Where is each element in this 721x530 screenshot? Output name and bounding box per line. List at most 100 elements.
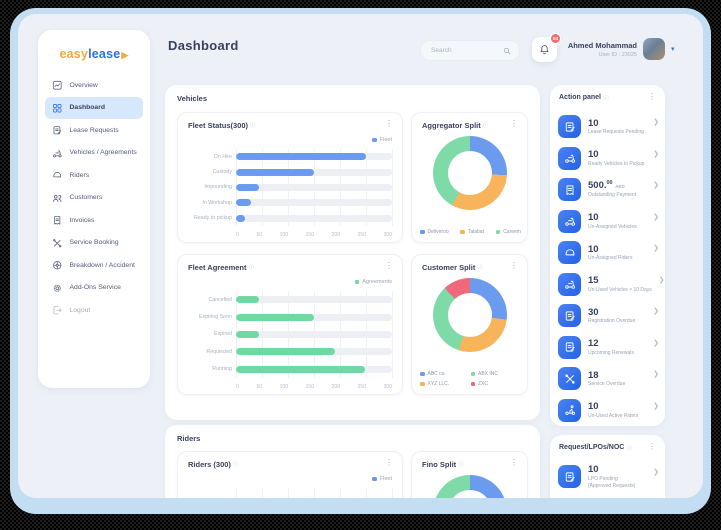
page-title: Dashboard (168, 38, 239, 53)
action-item[interactable]: 18Service Overdue❯ (550, 363, 665, 395)
chevron-right-icon[interactable]: ❯ (653, 307, 659, 315)
action-item-value: 10 (588, 119, 644, 129)
action-panel: Action panel ⓘ ⋮ 10Lease Requests Pendin… (550, 85, 665, 426)
sidebar-item-invoices[interactable]: Invoices (45, 209, 143, 232)
logo-text-easy: easy (59, 47, 88, 61)
sidebar-item-breakdown-accident[interactable]: Breakdown / Accident (45, 254, 143, 277)
scooter-icon (52, 148, 63, 159)
chevron-right-icon[interactable]: ❯ (653, 150, 659, 158)
kebab-menu-icon[interactable]: ⋮ (383, 263, 395, 269)
action-item-value: 10 (588, 245, 632, 255)
bar (236, 366, 365, 373)
chart-legend: Fleet (372, 137, 392, 143)
chevron-right-icon[interactable]: ❯ (653, 213, 659, 221)
chevron-right-icon[interactable]: ❯ (653, 468, 659, 476)
kebab-menu-icon[interactable]: ⋮ (383, 121, 395, 127)
chevron-right-icon[interactable]: ❯ (653, 118, 659, 126)
sidebar-item-lease-requests[interactable]: Lease Requests (45, 119, 143, 142)
action-item-value: 10 (588, 402, 638, 412)
kebab-menu-icon[interactable]: ⋮ (646, 444, 658, 450)
sidebar-item-logout[interactable]: Logout (45, 299, 143, 322)
lease-doc-icon (564, 341, 576, 353)
chevron-right-icon[interactable]: ❯ (653, 181, 659, 189)
kebab-menu-icon[interactable]: ⋮ (508, 263, 520, 269)
app-logo: easylease▶ (38, 30, 150, 61)
lease-doc-icon (564, 121, 576, 133)
action-item-label: Un-Used Active Riders (588, 414, 638, 419)
action-item[interactable]: 10LPO Pending(Approved Requests)❯ (550, 461, 665, 493)
action-item[interactable]: 10 Un-Used Active Riders ❯ (550, 395, 665, 427)
search-input[interactable] (429, 46, 503, 55)
sidebar-item-service-booking[interactable]: Service Booking (45, 232, 143, 255)
sidebar-item-customers[interactable]: Customers (45, 187, 143, 210)
sidebar-item-overview[interactable]: Overview (45, 74, 143, 97)
info-icon[interactable]: ⓘ (249, 263, 255, 271)
card-title: Fleet Agreement (188, 263, 247, 272)
chevron-down-icon[interactable]: ▾ (671, 45, 675, 53)
sidebar-item-dashboard[interactable]: Dashboard (45, 97, 143, 120)
action-item[interactable]: 10Un-Assigned Vehicles❯ (550, 206, 665, 238)
sidebar-item-riders[interactable]: Riders (45, 164, 143, 187)
action-item-label: Ready Vehicles to Pickup (588, 162, 644, 167)
action-item-value: 18 (588, 371, 625, 381)
gear-icon (52, 283, 63, 294)
bar (236, 153, 366, 160)
grid-icon (52, 103, 63, 114)
x-axis: 050100150200250300 (236, 384, 392, 390)
chart-legend: ABC co.ABX INCXYZ LLC.ZXC (420, 371, 521, 387)
sidebar-item-label: Overview (70, 82, 98, 89)
info-icon[interactable]: ⓘ (233, 460, 239, 468)
bar-row: On Hire (186, 149, 392, 164)
kebab-menu-icon[interactable]: ⋮ (508, 460, 520, 466)
search-box[interactable] (420, 40, 520, 61)
action-item-label: Upcoming Renewals (588, 351, 634, 356)
action-item-value: 30 (588, 308, 635, 318)
scooter-icon (564, 152, 576, 164)
helmet-icon (564, 247, 576, 259)
bar (236, 199, 251, 206)
tools-icon (52, 238, 63, 249)
chevron-right-icon[interactable]: ❯ (653, 402, 659, 410)
bar-chart (186, 488, 392, 498)
invoice-icon (564, 184, 576, 196)
kebab-menu-icon[interactable]: ⋮ (383, 460, 395, 466)
bar (236, 215, 245, 222)
riders-section: Riders Riders (300)ⓘ⋮Fleet05010015020025… (165, 425, 540, 498)
action-item[interactable]: 15Un-Used Vehicles > 10 Days❯ (550, 269, 665, 301)
info-icon[interactable]: ⓘ (458, 460, 464, 468)
sidebar-menu: Overview Dashboard Lease Requests Vehicles … (38, 74, 150, 322)
sidebar-item-add-ons-service[interactable]: Add-Ons Service (45, 277, 143, 300)
action-item-value: 10 (588, 150, 644, 160)
kebab-menu-icon[interactable]: ⋮ (508, 121, 520, 127)
fleet-status-card: Fleet Status(300)ⓘ⋮FleetOn HireCustodyIm… (177, 112, 403, 243)
action-item-label: Outstanding Payment (588, 193, 636, 198)
donut-chart (433, 136, 507, 210)
info-icon[interactable]: ⓘ (603, 94, 609, 102)
chevron-right-icon[interactable]: ❯ (653, 244, 659, 252)
sidebar-item-label: Lease Requests (70, 127, 119, 134)
info-icon[interactable]: ⓘ (483, 121, 489, 129)
avatar[interactable] (643, 38, 665, 60)
chevron-right-icon[interactable]: ❯ (659, 276, 665, 284)
info-icon[interactable]: ⓘ (477, 263, 483, 271)
action-item-value: 15 (588, 276, 652, 286)
chart-line-icon (52, 80, 63, 91)
info-icon[interactable]: ⓘ (250, 121, 256, 129)
bar-row: Requested (186, 343, 392, 360)
action-item[interactable]: 12Upcoming Renewals❯ (550, 332, 665, 364)
sidebar-item-label: Dashboard (70, 104, 106, 111)
chevron-right-icon[interactable]: ❯ (653, 339, 659, 347)
action-item[interactable]: 500.00 AEDOutstanding Payment❯ (550, 174, 665, 206)
info-icon[interactable]: ⓘ (626, 444, 632, 452)
requests-panel: Request/LPOs/NOC ⓘ ⋮ 10LPO Pending(Appro… (550, 435, 665, 498)
action-item[interactable]: 30Registration Overdue❯ (550, 300, 665, 332)
action-item[interactable]: 10Un-Assigned Riders❯ (550, 237, 665, 269)
notifications-button[interactable]: 04 (532, 37, 557, 62)
chevron-right-icon[interactable]: ❯ (653, 370, 659, 378)
user-menu[interactable]: Ahmed Mohammad User ID : 23025 ▾ (563, 38, 675, 60)
kebab-menu-icon[interactable]: ⋮ (646, 94, 658, 100)
action-item[interactable]: 10 Ready Vehicles to Pickup ❯ (550, 143, 665, 175)
section-label-riders: Riders (177, 434, 200, 443)
action-item[interactable]: 10Lease Requests Pending❯ (550, 111, 665, 143)
sidebar-item-vehicles-agreements[interactable]: Vehicles / Agreements (45, 142, 143, 165)
